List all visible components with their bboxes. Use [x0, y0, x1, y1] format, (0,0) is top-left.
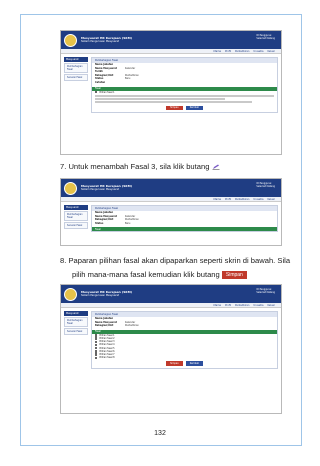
nav-profil[interactable]: Profil	[225, 303, 231, 307]
sidebar-item-pembahagian[interactable]: Pembahagian Fasal	[64, 317, 88, 327]
sidebar-item-pembahagian[interactable]: Pembahagian Fasal	[64, 211, 88, 221]
sidebar: Mesyuarat Pembahagian Fasal Senarai Fasa…	[64, 205, 88, 232]
screenshot-fasal-edit: Mesyuarat HR Kerajaan (SKM) Sistem Pengu…	[60, 178, 282, 246]
field-value: Baru	[125, 221, 131, 225]
sidebar-heading: Mesyuarat	[64, 311, 88, 316]
crest-logo-icon	[64, 287, 77, 301]
sidebar-item-senarai[interactable]: Senarai Fasal	[64, 222, 88, 229]
checkbox[interactable]	[95, 334, 98, 337]
sidebar: Mesyuarat Pembahagian Fasal Senarai Fasa…	[64, 57, 88, 113]
app-subtitle: Sistem Pengurusan Mesyuarat	[81, 188, 120, 191]
field-label: Catatan	[95, 80, 106, 84]
welcome-label: Selamat Datang	[256, 37, 275, 40]
sidebar-item-pembahagian[interactable]: Pembahagian Fasal	[64, 63, 88, 73]
nav-keluar[interactable]: Keluar	[267, 303, 275, 307]
crest-logo-icon	[64, 33, 77, 47]
fasal-option: Pilihan fasal 8	[99, 356, 115, 360]
crest-logo-icon	[64, 181, 77, 195]
checkbox[interactable]	[95, 343, 98, 347]
simpan-button[interactable]: Simpan	[166, 105, 183, 110]
checkbox[interactable]	[95, 350, 98, 353]
text-placeholder-bar	[95, 94, 274, 97]
sidebar-item-senarai[interactable]: Senarai Fasal	[64, 328, 88, 335]
field-label: Status	[95, 221, 104, 225]
nav-pentadbiran[interactable]: Pentadbiran	[235, 197, 249, 201]
checkbox[interactable]	[95, 340, 98, 343]
app-header: Mesyuarat HR Kerajaan (SKM) Sistem Pengu…	[61, 31, 281, 49]
sidebar-item-senarai[interactable]: Senarai Fasal	[64, 74, 88, 81]
app-header: Mesyuarat HR Kerajaan (SKM) Sistem Pengu…	[61, 179, 281, 197]
welcome-label: Selamat Datang	[256, 291, 275, 294]
sidebar-heading: Mesyuarat	[64, 57, 88, 62]
checkbox[interactable]	[95, 353, 98, 356]
step-7-text: 7. Untuk menambah Fasal 3, sila klik but…	[60, 162, 220, 171]
nav-pentadbiran[interactable]: Pentadbiran	[235, 49, 249, 53]
nav-utama[interactable]: Utama	[213, 197, 221, 201]
sidebar-heading: Mesyuarat	[64, 205, 88, 210]
step-8-label: pilih mana-mana fasal kemudian klik buta…	[72, 270, 220, 279]
nav-profil[interactable]: Profil	[225, 197, 231, 201]
text-placeholder-bar	[95, 97, 225, 100]
form-panel: Pembahagian Fasal Nama Jabatan Nama Mesy…	[91, 311, 278, 369]
nav-pentadbiran[interactable]: Pentadbiran	[235, 303, 249, 307]
nav-keluar[interactable]: Keluar	[267, 197, 275, 201]
nav-keluar[interactable]: Keluar	[267, 49, 275, 53]
field-value	[125, 81, 274, 85]
checkbox[interactable]	[95, 90, 98, 94]
field-value: Pentadbiran	[125, 324, 139, 328]
nav-profil[interactable]: Profil	[225, 49, 231, 53]
nav-urusetia[interactable]: Urusetia	[253, 197, 263, 201]
simpan-button[interactable]: Simpan	[166, 361, 183, 366]
nav-urusetia[interactable]: Urusetia	[253, 303, 263, 307]
step-7-label: 7. Untuk menambah Fasal 3, sila klik but…	[60, 162, 210, 171]
nav-utama[interactable]: Utama	[213, 303, 221, 307]
nav-urusetia[interactable]: Urusetia	[253, 49, 263, 53]
app-subtitle: Sistem Pengurusan Mesyuarat	[81, 40, 120, 43]
nav-utama[interactable]: Utama	[213, 49, 221, 53]
welcome-label: Selamat Datang	[256, 185, 275, 188]
form-panel: Pembahagian Fasal Nama Jabatan Nama Mesy…	[91, 205, 278, 233]
edit-pencil-icon	[212, 164, 220, 170]
kembali-button[interactable]: Kembali	[185, 361, 203, 366]
checkbox[interactable]	[95, 347, 98, 350]
step-8-text-line1: 8. Paparan pilihan fasal akan dipaparkan…	[60, 256, 291, 265]
app-header: Mesyuarat HR Kerajaan (SKM) Sistem Pengu…	[61, 285, 281, 303]
kembali-button[interactable]: Kembali	[185, 105, 203, 110]
checkbox[interactable]	[95, 337, 98, 340]
step-8-text-line2: pilih mana-mana fasal kemudian klik buta…	[72, 270, 247, 279]
sidebar: Mesyuarat Pembahagian Fasal Senarai Fasa…	[64, 311, 88, 369]
screenshot-fasal-list: Mesyuarat HR Kerajaan (SKM) Sistem Pengu…	[60, 30, 282, 155]
form-panel: Pembahagian Fasal Nama Jabatan Nama Mesy…	[91, 57, 278, 113]
app-subtitle: Sistem Pengurusan Mesyuarat	[81, 294, 120, 297]
checkbox[interactable]	[95, 356, 98, 359]
text-placeholder-bar	[95, 100, 253, 103]
page-number: 132	[154, 430, 166, 437]
simpan-chip: Simpan	[221, 271, 247, 279]
field-label: Bahagian/Unit	[95, 324, 114, 328]
screenshot-fasal-options: Mesyuarat HR Kerajaan (SKM) Sistem Pengu…	[60, 284, 282, 414]
section-fasal: Fasal	[92, 227, 277, 232]
fasal-option: Pilihan fasal 1	[99, 90, 115, 94]
